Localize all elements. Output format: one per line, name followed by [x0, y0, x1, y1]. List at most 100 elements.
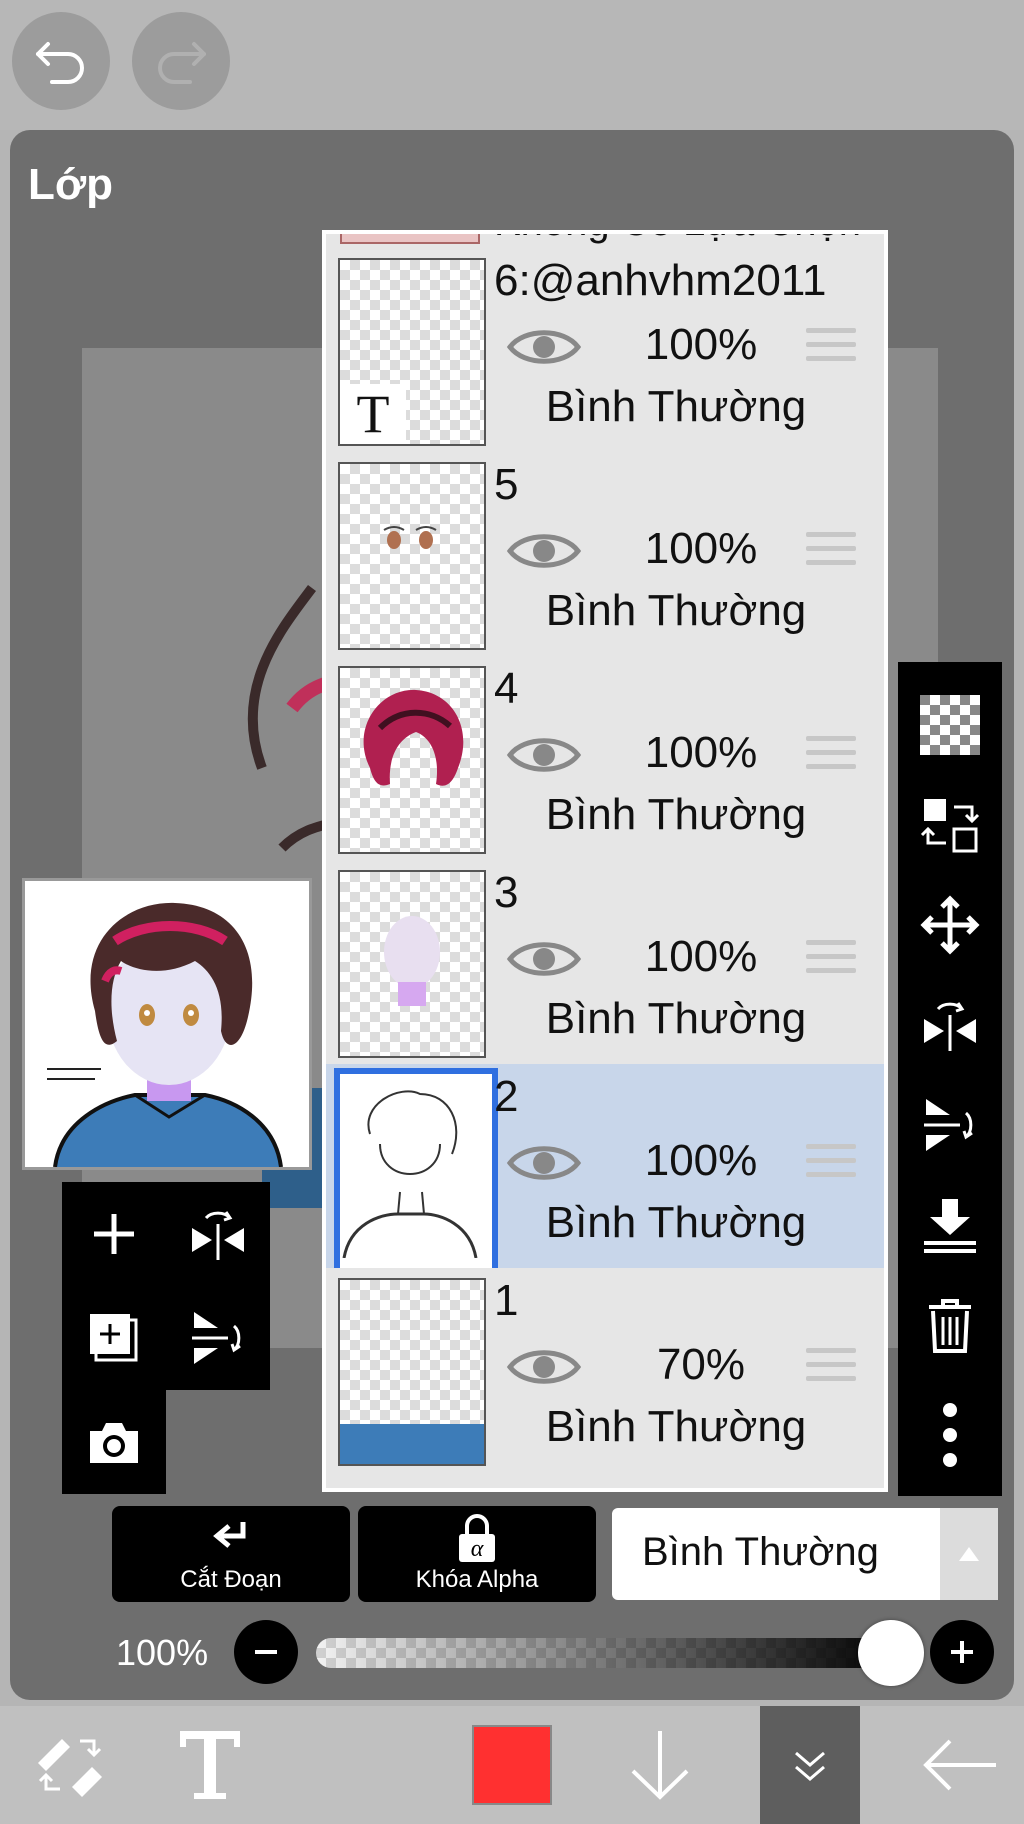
layer-name: 2: [494, 1072, 519, 1121]
flip-horizontal-icon: [192, 1211, 244, 1260]
drag-handle-icon[interactable]: [806, 736, 856, 776]
layer-blend-mode: Bình Thường: [545, 1402, 807, 1451]
flip-vertical-button[interactable]: [898, 1080, 1002, 1170]
color-swatch: [472, 1725, 552, 1805]
drag-handle-icon[interactable]: [806, 532, 856, 572]
layer-opacity: 100%: [644, 524, 758, 573]
canvas-preview[interactable]: [22, 878, 312, 1170]
redo-button[interactable]: [132, 12, 230, 110]
clipping-button[interactable]: Cắt Đoạn: [112, 1506, 350, 1602]
layer-list[interactable]: Không Có Lựa Chọn T 6:@anhvhm2011 100% B…: [322, 230, 888, 1492]
hair-sketch: [363, 689, 464, 786]
eye-icon[interactable]: [506, 732, 582, 778]
shirt-fill: [340, 1424, 484, 1464]
layer-thumbnail: [340, 234, 480, 244]
layer-thumbnail: T: [338, 258, 486, 446]
drag-handle-icon[interactable]: [806, 940, 856, 980]
add-layer-button[interactable]: [62, 1182, 166, 1286]
layer-row[interactable]: 3 100% Bình Thường: [326, 860, 884, 1067]
drag-handle-icon[interactable]: [806, 1348, 856, 1388]
flip-horizontal-left-button[interactable]: [166, 1182, 270, 1286]
lock-icon: α: [459, 1514, 495, 1562]
layer-thumbnail: [338, 462, 486, 650]
layer-opacity: 70%: [656, 1340, 746, 1389]
layer-opacity: 100%: [644, 1136, 758, 1185]
layer-row[interactable]: T 6:@anhvhm2011 100% Bình Thường: [326, 248, 884, 455]
camera-button[interactable]: [62, 1390, 166, 1494]
undo-button[interactable]: [12, 12, 110, 110]
collapse-icon: [795, 1751, 825, 1781]
drag-handle-icon[interactable]: [806, 1144, 856, 1184]
eye-icon[interactable]: [506, 936, 582, 982]
layer-blend-mode: Bình Thường: [545, 790, 807, 839]
right-toolbar: [898, 662, 1002, 1496]
text-tool-icon: [180, 1731, 240, 1799]
text-tool-button[interactable]: [150, 1706, 270, 1824]
opacity-slider-thumb[interactable]: [858, 1620, 924, 1686]
more-button[interactable]: [898, 1380, 1002, 1490]
alpha-lock-label: Khóa Alpha: [415, 1566, 539, 1593]
copy-layer-button[interactable]: [62, 1286, 166, 1390]
camera-box: [62, 1390, 166, 1494]
opacity-decrease-button[interactable]: [234, 1620, 298, 1684]
brush-eraser-button[interactable]: [10, 1706, 130, 1824]
layer-thumbnail: [338, 666, 486, 854]
skin-sketch: [384, 916, 440, 1006]
merge-down-button[interactable]: [898, 1180, 1002, 1270]
layer-thumbnail: [334, 1068, 498, 1276]
color-button[interactable]: [452, 1706, 572, 1824]
drag-handle-icon[interactable]: [806, 328, 856, 368]
eyes-sketch: [383, 526, 437, 549]
flip-vertical-icon: [924, 1099, 973, 1151]
camera-icon: [90, 1423, 138, 1463]
layer-blend-mode: Bình Thường: [545, 382, 807, 431]
collapse-panel-button[interactable]: [760, 1706, 860, 1824]
layer-name: Không Có Lựa Chọn: [494, 234, 861, 245]
alpha-lock-button[interactable]: α Khóa Alpha: [358, 1506, 596, 1602]
swap-layers-button[interactable]: [898, 780, 1002, 870]
text-layer-icon: T: [340, 384, 406, 444]
checker-button[interactable]: [898, 680, 1002, 770]
eye-icon[interactable]: [506, 324, 582, 370]
triangle-up-icon: [959, 1547, 979, 1561]
layer-row[interactable]: 4 100% Bình Thường: [326, 656, 884, 863]
eye-icon[interactable]: [506, 1344, 582, 1390]
layer-thumbnail: [338, 1278, 486, 1466]
copy-layer-icon: [90, 1314, 138, 1362]
undo-icon: [36, 42, 84, 84]
layer-name: 5: [494, 460, 519, 509]
eye-icon[interactable]: [506, 1140, 582, 1186]
blend-mode-dropdown[interactable]: [940, 1508, 998, 1600]
layer-row-selected[interactable]: 2 100% Bình Thường: [326, 1064, 884, 1276]
opacity-slider[interactable]: [316, 1638, 896, 1668]
move-button[interactable]: [898, 880, 1002, 970]
opacity-increase-button[interactable]: [930, 1620, 994, 1684]
back-button[interactable]: [900, 1706, 1020, 1824]
layer-blend-mode: Bình Thường: [545, 994, 807, 1043]
minus-icon: [255, 1650, 277, 1654]
clipping-label: Cắt Đoạn: [180, 1566, 282, 1593]
layer-row[interactable]: 5 100% Bình Thường: [326, 452, 884, 659]
layer-thumbnail: [338, 870, 486, 1058]
flip-vertical-left-button[interactable]: [166, 1286, 270, 1390]
move-down-button[interactable]: [600, 1706, 720, 1824]
layer-opacity: 100%: [644, 728, 758, 777]
layer-row[interactable]: 1 70% Bình Thường: [326, 1268, 884, 1488]
bottom-toolbar: [0, 1706, 1024, 1824]
trash-icon: [929, 1299, 971, 1353]
brush-eraser-icon: [38, 1739, 102, 1797]
blend-mode-select[interactable]: Bình Thường: [612, 1508, 998, 1600]
back-arrow-icon: [923, 1739, 996, 1791]
lineart-sketch: [342, 1090, 478, 1259]
delete-layer-button[interactable]: [898, 1280, 1002, 1370]
blend-mode-value: Bình Thường: [642, 1530, 879, 1574]
flip-horizontal-button[interactable]: [898, 980, 1002, 1070]
layer-name: 4: [494, 664, 519, 713]
layer-blend-mode: Bình Thường: [545, 1198, 807, 1247]
redo-icon: [158, 42, 206, 84]
layer-name: 1: [494, 1276, 519, 1325]
eye-icon[interactable]: [506, 528, 582, 574]
preview-artwork: [47, 902, 283, 1167]
layer-opacity: 100%: [644, 932, 758, 981]
more-icon: [943, 1403, 957, 1467]
